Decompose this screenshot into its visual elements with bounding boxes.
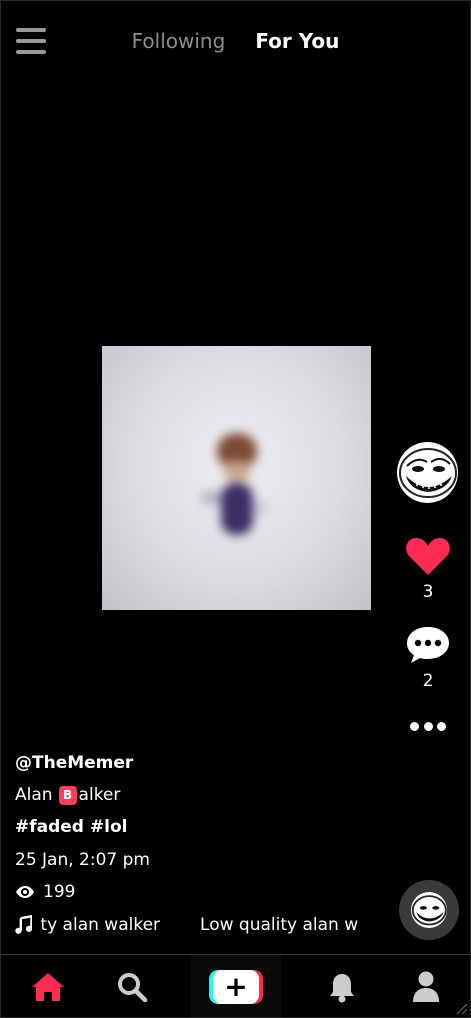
tab-following[interactable]: Following xyxy=(132,29,226,53)
bell-icon xyxy=(330,974,354,1003)
music-title: Low quality alan wa xyxy=(200,915,358,935)
heart-icon xyxy=(406,538,450,575)
post-description: Alan B alker xyxy=(15,785,120,805)
music-note-icon xyxy=(15,915,33,934)
music-disc-button[interactable] xyxy=(399,880,459,940)
like-button[interactable]: 3 xyxy=(402,536,454,602)
description-text-end: alker xyxy=(78,785,121,805)
view-count: 199 xyxy=(43,882,76,902)
nav-home[interactable] xyxy=(25,955,71,1017)
post-date: 25 Jan, 2:07 pm xyxy=(15,850,150,870)
video-player[interactable] xyxy=(102,346,371,610)
home-icon xyxy=(32,973,64,1001)
eye-icon xyxy=(16,886,34,898)
music-title: ty alan walker xyxy=(40,915,161,935)
comment-bubble-icon xyxy=(407,627,449,663)
tab-for-you[interactable]: For You xyxy=(255,29,339,53)
video-frame-figure xyxy=(197,431,277,561)
nav-profile[interactable] xyxy=(403,955,449,1017)
creator-avatar[interactable] xyxy=(397,442,458,503)
feed-tabs: Following For You xyxy=(1,29,470,53)
description-text-start: Alan xyxy=(15,785,53,805)
nav-create[interactable]: + xyxy=(191,955,281,1017)
post-hashtags: #faded #lol xyxy=(15,817,127,837)
nav-notifications[interactable] xyxy=(319,955,365,1017)
nav-search[interactable] xyxy=(109,955,155,1017)
app-frame: Following For You 3 2 @TheMemer Alan B a… xyxy=(0,0,471,1018)
disc-trollface-icon xyxy=(411,892,447,928)
add-icon: + xyxy=(213,970,259,1004)
hashtag[interactable]: #faded xyxy=(15,817,84,837)
hashtag[interactable]: #lol xyxy=(90,817,128,837)
emoji-b-badge: B xyxy=(58,785,77,805)
trollface-icon xyxy=(399,448,457,498)
more-options-icon[interactable] xyxy=(410,717,446,735)
comment-button[interactable]: 2 xyxy=(402,625,454,691)
profile-icon xyxy=(413,971,439,1002)
resize-handle-icon[interactable] xyxy=(454,1001,468,1015)
search-icon xyxy=(118,973,148,1003)
bottom-navigation: + xyxy=(1,954,470,1017)
like-count: 3 xyxy=(422,582,434,602)
post-username[interactable]: @TheMemer xyxy=(15,753,133,773)
add-video-button[interactable]: + xyxy=(209,970,263,1004)
view-count-row: 199 xyxy=(15,882,75,902)
comment-count: 2 xyxy=(422,671,434,691)
music-marquee: ty alan walker Low quality alan wa xyxy=(40,915,358,935)
music-row[interactable]: ty alan walker Low quality alan wa xyxy=(15,915,358,935)
